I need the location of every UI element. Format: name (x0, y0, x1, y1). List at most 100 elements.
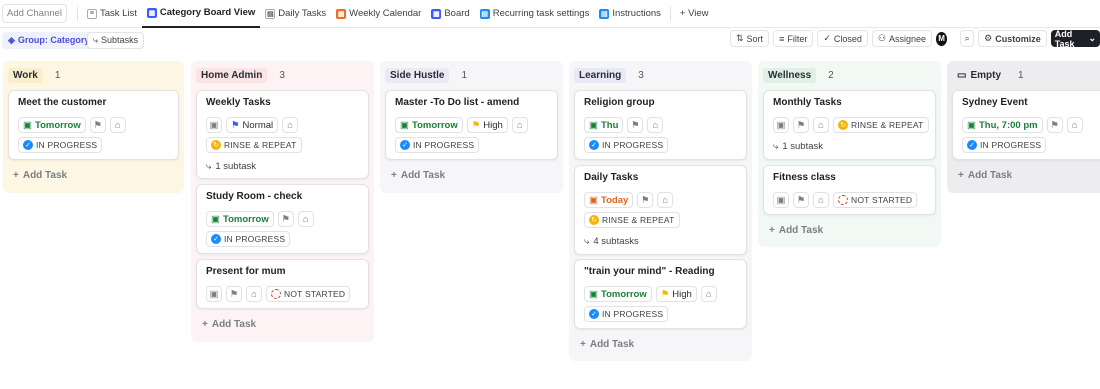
avatar[interactable]: M (936, 31, 948, 46)
task-card[interactable]: Sydney Event ▣ Thu, 7:00 pm ⚑ ⌂ ✓ IN PROGR… (952, 90, 1100, 160)
priority-label: High (483, 119, 503, 131)
assignee-button[interactable]: ⚇ Assignee (871, 30, 932, 47)
add-task-link[interactable]: + Add Task (13, 170, 67, 181)
divider (669, 6, 671, 21)
add-channel-button[interactable]: Add Channel (2, 4, 67, 23)
priority-button[interactable]: ⚑ (637, 192, 654, 208)
status-chip[interactable]: ↻ RINSE & REPEAT (206, 137, 302, 153)
task-card[interactable]: Daily Tasks ▣ Today ⚑ ⌂ ↻ RINSE & REPEAT ⤷… (574, 165, 747, 255)
subtasks-toggle[interactable]: ⤷ 1 subtask (773, 141, 823, 152)
tab-daily-tasks[interactable]: ▤ Daily Tasks (260, 0, 331, 28)
add-task-link[interactable]: + Add Task (202, 319, 256, 330)
due-date-chip[interactable]: ▣ Thu (584, 117, 624, 133)
closed-button[interactable]: ✓ Closed (817, 30, 868, 47)
status-chip[interactable]: NOT STARTED (833, 192, 918, 208)
priority-button[interactable]: ⚑ (793, 192, 809, 208)
tab-task-list[interactable]: ≡ Task List (82, 0, 142, 28)
task-card[interactable]: "train your mind" - Reading ▣ Tomorrow ⚑ H… (574, 259, 747, 329)
due-date-chip[interactable]: ▣ Tomorrow (18, 117, 86, 133)
add-task-link[interactable]: + Add Task (769, 225, 823, 236)
status-chip[interactable]: ✓ IN PROGRESS (18, 137, 103, 153)
status-chip[interactable]: ✓ IN PROGRESS (395, 137, 480, 153)
subtasks-icon: ⤷ (93, 34, 99, 45)
tag-button[interactable]: ⌂ (109, 117, 126, 133)
tag-button[interactable]: ⌂ (657, 192, 674, 208)
subtasks-toggle[interactable]: ⤷ 4 subtasks (584, 236, 639, 247)
status-chip[interactable]: ✓ IN PROGRESS (584, 306, 669, 322)
due-date-button[interactable]: ▣ (206, 286, 222, 302)
priority-chip[interactable]: ⚑ High (466, 117, 508, 133)
due-date-chip[interactable]: ▣ Tomorrow (584, 286, 652, 302)
status-chip[interactable]: NOT STARTED (266, 286, 351, 302)
tab-label: Daily Tasks (278, 8, 327, 19)
add-task-button[interactable]: Add Task ⌄ (1050, 29, 1100, 49)
tag-button[interactable]: ⌂ (511, 117, 528, 133)
status-chip[interactable]: ↻ RINSE & REPEAT (584, 212, 680, 228)
due-date-chip[interactable]: ▣ Tomorrow (395, 117, 463, 133)
priority-chip[interactable]: ⚑ High (655, 286, 697, 302)
subtasks-toggle[interactable]: ⤷ 1 subtask (206, 161, 256, 172)
tag-button[interactable]: ⌂ (647, 117, 664, 133)
priority-button[interactable]: ⚑ (89, 117, 106, 133)
board-column-home-admin: Home Admin 3 Weekly Tasks ▣ ⚑ Normal ⌂ ↻ RI… (191, 61, 374, 342)
tag-button[interactable]: ⌂ (1066, 117, 1083, 133)
group-name-wrap: ▭ Empty (952, 67, 1007, 83)
search-button[interactable]: ⌕ (960, 30, 975, 47)
due-date-button[interactable]: ▣ (773, 117, 789, 133)
tab-recurring-task-settings[interactable]: ▤ Recurring task settings (475, 0, 595, 28)
group-count: 1 (1018, 69, 1024, 81)
task-card[interactable]: Study Room - check ▣ Tomorrow ⚑ ⌂ ✓ IN PRO… (196, 184, 369, 254)
task-card[interactable]: Meet the customer ▣ Tomorrow ⚑ ⌂ ✓ IN PROG… (8, 90, 179, 160)
status-chip[interactable]: ↻ RINSE & REPEAT (833, 117, 929, 133)
tab-instructions[interactable]: ▤ Instructions (594, 0, 666, 28)
tag-button[interactable]: ⌂ (813, 192, 829, 208)
priority-chip[interactable]: ⚑ Normal (226, 117, 279, 133)
due-date-chip[interactable]: ▣ Today (584, 192, 634, 208)
task-card[interactable]: Present for mum ▣ ⚑ ⌂ NOT STARTED (196, 259, 369, 309)
group-count: 3 (279, 69, 285, 81)
add-task-link[interactable]: + Add Task (580, 339, 634, 350)
due-date-chip[interactable]: ▣ Thu, 7:00 pm (962, 117, 1043, 133)
tab-category-board-view[interactable]: ▦ Category Board View (141, 0, 261, 28)
tab-weekly-calendar[interactable]: ▦ Weekly Calendar (331, 0, 426, 28)
sort-button[interactable]: ⇅ Sort (730, 30, 770, 47)
column-header: Work 1 (3, 61, 184, 89)
priority-button[interactable]: ⚑ (226, 286, 242, 302)
tag-icon: ⌂ (516, 119, 523, 131)
tag-icon: ⌂ (818, 119, 824, 131)
sort-label: Sort (746, 33, 764, 44)
status-chip[interactable]: ✓ IN PROGRESS (206, 231, 291, 247)
due-date-chip[interactable]: ▣ Tomorrow (206, 211, 274, 227)
priority-button[interactable]: ⚑ (793, 117, 809, 133)
add-view-button[interactable]: + View (675, 0, 714, 28)
add-task-link[interactable]: + Add Task (391, 170, 445, 181)
status-chip[interactable]: ✓ IN PROGRESS (962, 137, 1047, 153)
assignee-label: Assignee (888, 33, 926, 44)
calendar-icon: ▣ (23, 119, 32, 131)
task-card[interactable]: Monthly Tasks ▣ ⚑ ⌂ ↻ RINSE & REPEAT ⤷ 1 s… (763, 90, 936, 160)
tab-board[interactable]: ▦ Board (426, 0, 474, 28)
status-chip[interactable]: ✓ IN PROGRESS (584, 137, 669, 153)
subtasks-button[interactable]: ⤷ Subtasks (87, 31, 145, 49)
tag-icon: ⌂ (652, 119, 659, 131)
add-task-link[interactable]: + Add Task (958, 170, 1012, 181)
priority-button[interactable]: ⚑ (277, 211, 294, 227)
tag-button[interactable]: ⌂ (282, 117, 299, 133)
task-card[interactable]: Fitness class ▣ ⚑ ⌂ NOT STARTED (763, 165, 936, 215)
tab-label: Category Board View (159, 7, 256, 18)
tag-button[interactable]: ⌂ (700, 286, 717, 302)
group-by-button[interactable]: ◈ Group: Category (2, 31, 96, 49)
task-card[interactable]: Religion group ▣ Thu ⚑ ⌂ ✓ IN PROGRESS (574, 90, 747, 160)
customize-button[interactable]: ⚙ Customize (978, 30, 1047, 47)
due-date-button[interactable]: ▣ (773, 192, 789, 208)
tag-button[interactable]: ⌂ (246, 286, 262, 302)
tag-button[interactable]: ⌂ (297, 211, 314, 227)
priority-button[interactable]: ⚑ (627, 117, 644, 133)
task-card[interactable]: Master -To Do list - amend ▣ Tomorrow ⚑ Hi… (385, 90, 558, 160)
due-date-button[interactable]: ▣ (206, 117, 222, 133)
calendar-icon: ▣ (589, 194, 598, 206)
priority-button[interactable]: ⚑ (1046, 117, 1063, 133)
filter-button[interactable]: ≡ Filter (773, 30, 814, 47)
tag-button[interactable]: ⌂ (813, 117, 829, 133)
task-card[interactable]: Weekly Tasks ▣ ⚑ Normal ⌂ ↻ RINSE & REPEAT… (196, 90, 369, 179)
